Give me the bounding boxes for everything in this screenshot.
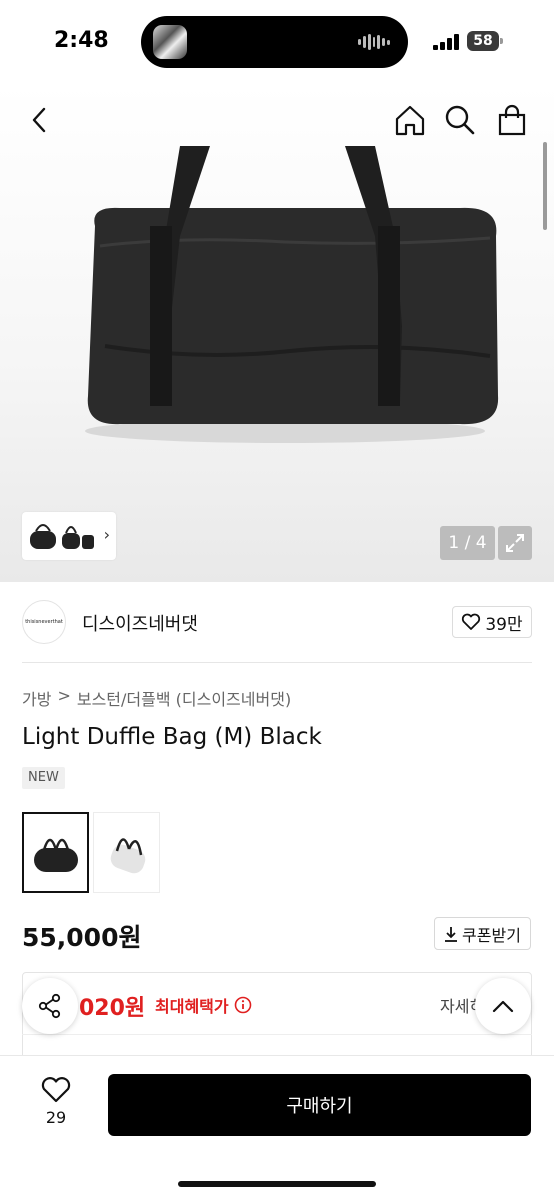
shopping-bag-icon — [498, 104, 526, 136]
breadcrumb: 가방 > 보스턴/더플백 (디스이즈네버댓) — [22, 686, 291, 710]
variant-white-image — [110, 837, 145, 873]
search-button[interactable] — [442, 102, 478, 138]
chevron-up-icon — [492, 1000, 514, 1013]
chevron-right-icon: › — [103, 525, 110, 544]
expand-button[interactable] — [498, 526, 532, 560]
status-time: 2:48 — [54, 28, 109, 53]
buy-button[interactable]: 구매하기 — [108, 1074, 531, 1136]
wishlist-count: 29 — [45, 1108, 67, 1127]
thumbnail-image — [30, 524, 94, 549]
heart-icon — [41, 1077, 71, 1103]
dynamic-island — [141, 16, 408, 68]
breadcrumb-subcategory[interactable]: 보스턴/더플백 (디스이즈네버댓) — [77, 686, 291, 710]
variant-black-image — [33, 838, 78, 872]
shop-name[interactable]: 디스이즈네버댓 — [82, 610, 198, 636]
home-icon — [395, 105, 425, 136]
now-playing-artwork — [153, 25, 187, 59]
shop-logo[interactable]: thisisneverthat — [22, 600, 66, 644]
signal-icon — [433, 34, 459, 50]
breadcrumb-separator: > — [57, 686, 71, 705]
download-icon — [445, 926, 458, 942]
coupon-label: 쿠폰받기 — [462, 925, 521, 945]
divider — [22, 1034, 532, 1035]
product-title: Light Duffle Bag (M) Black — [22, 724, 322, 750]
product-price: 55,000원 — [22, 923, 142, 952]
scroll-top-button[interactable] — [475, 978, 531, 1034]
breadcrumb-category[interactable]: 가방 — [22, 686, 51, 710]
battery-icon: 58 — [467, 31, 503, 51]
expand-icon — [506, 534, 524, 552]
product-gallery[interactable]: › 1 / 4 — [0, 84, 554, 582]
chevron-left-icon — [32, 107, 46, 133]
heart-icon — [462, 613, 481, 630]
shop-row: thisisneverthat 디스이즈네버댓 39만 — [22, 598, 532, 646]
gallery-counter: 1 / 4 — [440, 526, 495, 560]
benefit-label: 최대혜택가 — [155, 993, 252, 1017]
status-bar: 2:48 58 — [0, 0, 554, 84]
variant-white[interactable] — [93, 812, 160, 893]
shopping-bag-button[interactable] — [494, 102, 530, 138]
divider — [22, 662, 532, 663]
product-image — [85, 146, 499, 443]
shop-like-button[interactable]: 39만 — [452, 606, 532, 638]
battery-level: 58 — [467, 31, 499, 51]
bottom-bar: 29 구매하기 — [0, 1055, 554, 1200]
back-button[interactable] — [22, 102, 58, 138]
wishlist-button[interactable]: 29 — [26, 1076, 86, 1136]
shop-like-count: 39만 — [485, 614, 523, 635]
audio-waveform-icon — [358, 34, 391, 50]
share-icon — [38, 993, 61, 1019]
scroll-indicator — [543, 142, 547, 230]
benefit-label-text: 최대혜택가 — [155, 997, 229, 1016]
info-icon[interactable] — [234, 996, 252, 1014]
share-button[interactable] — [22, 978, 78, 1034]
thumbnail-strip[interactable]: › — [22, 512, 116, 560]
home-button[interactable] — [392, 102, 428, 138]
search-icon — [445, 105, 475, 135]
variant-black[interactable] — [22, 812, 89, 893]
benefit-price: 020원 — [79, 996, 146, 1021]
new-badge: NEW — [22, 767, 65, 789]
coupon-button[interactable]: 쿠폰받기 — [434, 917, 531, 950]
home-indicator[interactable] — [178, 1181, 376, 1187]
